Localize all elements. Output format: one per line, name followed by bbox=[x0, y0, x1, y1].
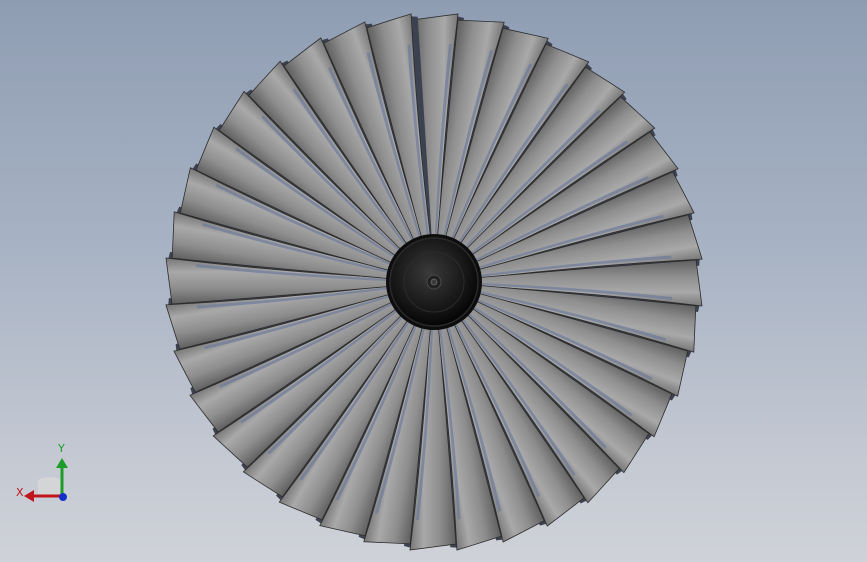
hub bbox=[386, 234, 482, 330]
graphics-viewport[interactable]: X Y bbox=[0, 0, 867, 562]
fan-rotor-model[interactable] bbox=[0, 0, 867, 562]
triad-icon bbox=[24, 458, 68, 502]
axis-triad: X Y bbox=[10, 440, 80, 510]
x-axis-label: X bbox=[16, 486, 24, 499]
y-axis-label: Y bbox=[58, 442, 65, 455]
